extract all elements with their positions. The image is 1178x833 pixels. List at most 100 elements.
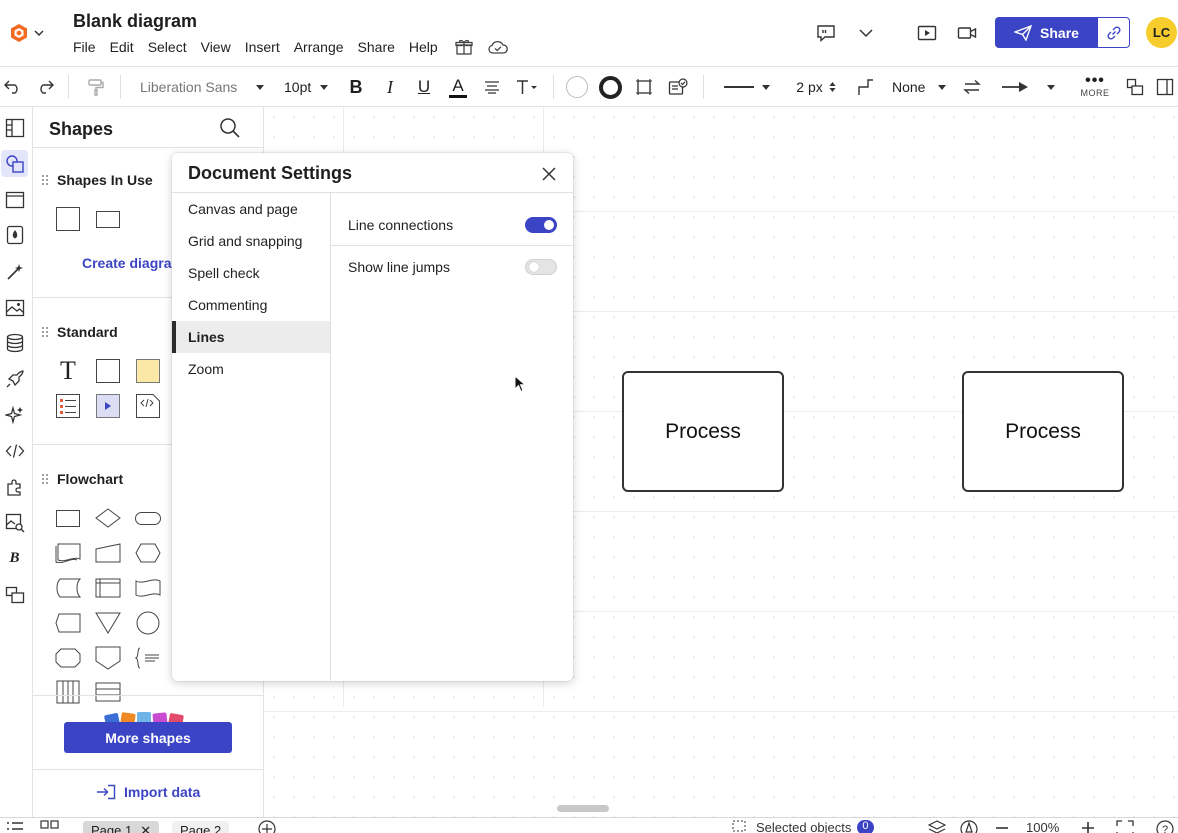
shape-rectangle[interactable] (95, 206, 121, 232)
create-diagram-link[interactable]: Create diagram (82, 255, 184, 271)
nav-canvas-and-page[interactable]: Canvas and page (172, 193, 330, 225)
gift-icon[interactable] (449, 36, 479, 58)
shape-square[interactable] (55, 206, 81, 232)
shape-table[interactable] (95, 679, 121, 705)
app-logo-menu[interactable] (8, 22, 44, 44)
fill-color-button[interactable] (565, 67, 589, 107)
layers-icon[interactable] (928, 820, 946, 833)
line-style-select[interactable] (722, 67, 772, 107)
arrow-end-select[interactable] (998, 67, 1058, 107)
shape-terminator[interactable] (135, 505, 161, 531)
drag-handle-icon[interactable] (41, 326, 49, 338)
shape-text[interactable]: T (55, 356, 81, 385)
right-panel-icon[interactable] (1154, 67, 1176, 107)
menu-select[interactable]: Select (141, 37, 194, 57)
copy-link-button[interactable] (1098, 18, 1129, 47)
swap-endpoints-icon[interactable] (960, 67, 984, 107)
brand-kit-icon[interactable]: B (1, 545, 28, 572)
present-icon[interactable] (914, 18, 940, 48)
italic-button[interactable]: I (379, 67, 401, 107)
compass-icon[interactable] (960, 820, 978, 833)
shape-connector[interactable] (135, 610, 161, 636)
zoom-out-icon[interactable] (994, 820, 1010, 832)
section-standard[interactable]: Standard (57, 324, 118, 340)
underline-button[interactable]: U (413, 67, 435, 107)
shape-options-icon[interactable] (632, 67, 656, 107)
fullscreen-icon[interactable] (1116, 820, 1134, 833)
process-shape-1[interactable]: Process (622, 371, 784, 492)
image-icon[interactable] (1, 294, 28, 321)
font-size-select[interactable]: 10pt (280, 67, 332, 107)
shape-merge[interactable] (95, 610, 121, 636)
nav-spell-check[interactable]: Spell check (172, 257, 330, 289)
more-shapes-button[interactable]: More shapes (64, 722, 232, 753)
align-center-icon[interactable] (481, 67, 503, 107)
line-color-button[interactable] (598, 67, 622, 107)
shape-manual-input[interactable] (95, 540, 121, 566)
frames-icon[interactable] (1, 186, 28, 213)
shape-display[interactable] (55, 610, 81, 636)
nav-zoom[interactable]: Zoom (172, 353, 330, 385)
shape-loop-limit[interactable] (55, 645, 81, 671)
close-icon[interactable]: ✕ (140, 823, 151, 833)
shape-block[interactable] (95, 358, 121, 384)
menu-arrange[interactable]: Arrange (287, 37, 351, 57)
zoom-level[interactable]: 100% (1026, 820, 1059, 833)
redo-icon[interactable] (34, 67, 56, 107)
shape-stored-data[interactable] (55, 575, 81, 601)
close-icon[interactable] (538, 163, 560, 185)
shape-library-icon[interactable] (1124, 67, 1146, 107)
page-list-icon[interactable] (6, 820, 24, 832)
ai-sparkle-icon[interactable] (1, 401, 28, 428)
avatar[interactable]: LC (1146, 17, 1177, 48)
shape-internal-storage[interactable] (95, 575, 121, 601)
container-icon[interactable] (1, 581, 28, 608)
shape-off-page[interactable] (95, 645, 121, 671)
chevron-down-icon[interactable] (853, 18, 879, 48)
theme-icon[interactable] (1, 221, 28, 248)
more-button[interactable]: ••• MORE (1075, 67, 1115, 107)
conditional-format-icon[interactable] (666, 67, 690, 107)
menu-insert[interactable]: Insert (238, 37, 287, 57)
bold-button[interactable]: B (345, 67, 367, 107)
shapes-panel-icon[interactable] (1, 150, 28, 177)
data-icon[interactable] (1, 329, 28, 356)
code-icon[interactable] (1, 437, 28, 464)
drag-handle-icon[interactable] (41, 174, 49, 186)
shape-swimlane[interactable] (55, 679, 81, 705)
menu-share[interactable]: Share (351, 37, 402, 57)
comment-icon[interactable] (812, 18, 840, 48)
shape-sticky-note[interactable] (135, 358, 161, 384)
shape-decision[interactable] (95, 505, 121, 531)
page-tab-2[interactable]: Page 2 (172, 821, 230, 833)
endpoint-select[interactable]: None (889, 67, 949, 107)
menu-view[interactable]: View (194, 37, 238, 57)
magic-wand-icon[interactable] (1, 258, 28, 285)
section-shapes-in-use[interactable]: Shapes In Use (57, 172, 153, 188)
import-data-button[interactable]: Import data (96, 784, 200, 800)
nav-lines[interactable]: Lines (172, 321, 330, 353)
share-button[interactable]: Share (995, 17, 1130, 48)
add-page-icon[interactable] (258, 820, 276, 833)
shape-tape[interactable] (135, 575, 161, 601)
rocket-icon[interactable] (1, 365, 28, 392)
pages-panel-icon[interactable] (1, 114, 28, 141)
integrations-icon[interactable] (1, 473, 28, 500)
line-shape-icon[interactable] (855, 67, 877, 107)
help-icon[interactable]: ? (1156, 820, 1174, 833)
selected-objects-button[interactable]: Selected objects 0 (732, 820, 874, 833)
text-options-icon[interactable] (514, 67, 540, 107)
menu-help[interactable]: Help (402, 37, 445, 57)
line-jumps-toggle[interactable] (525, 259, 557, 275)
image-search-icon[interactable] (1, 509, 28, 536)
drag-handle-icon[interactable] (41, 473, 49, 485)
section-flowchart[interactable]: Flowchart (57, 471, 123, 487)
cloud-saved-icon[interactable] (483, 36, 513, 58)
menu-edit[interactable]: Edit (103, 37, 141, 57)
undo-icon[interactable] (2, 67, 24, 107)
text-color-button[interactable]: A (447, 67, 469, 107)
shape-preparation[interactable] (135, 540, 161, 566)
format-painter-icon[interactable] (84, 67, 108, 107)
process-shape-2[interactable]: Process (962, 371, 1124, 492)
share-main[interactable]: Share (995, 17, 1098, 48)
